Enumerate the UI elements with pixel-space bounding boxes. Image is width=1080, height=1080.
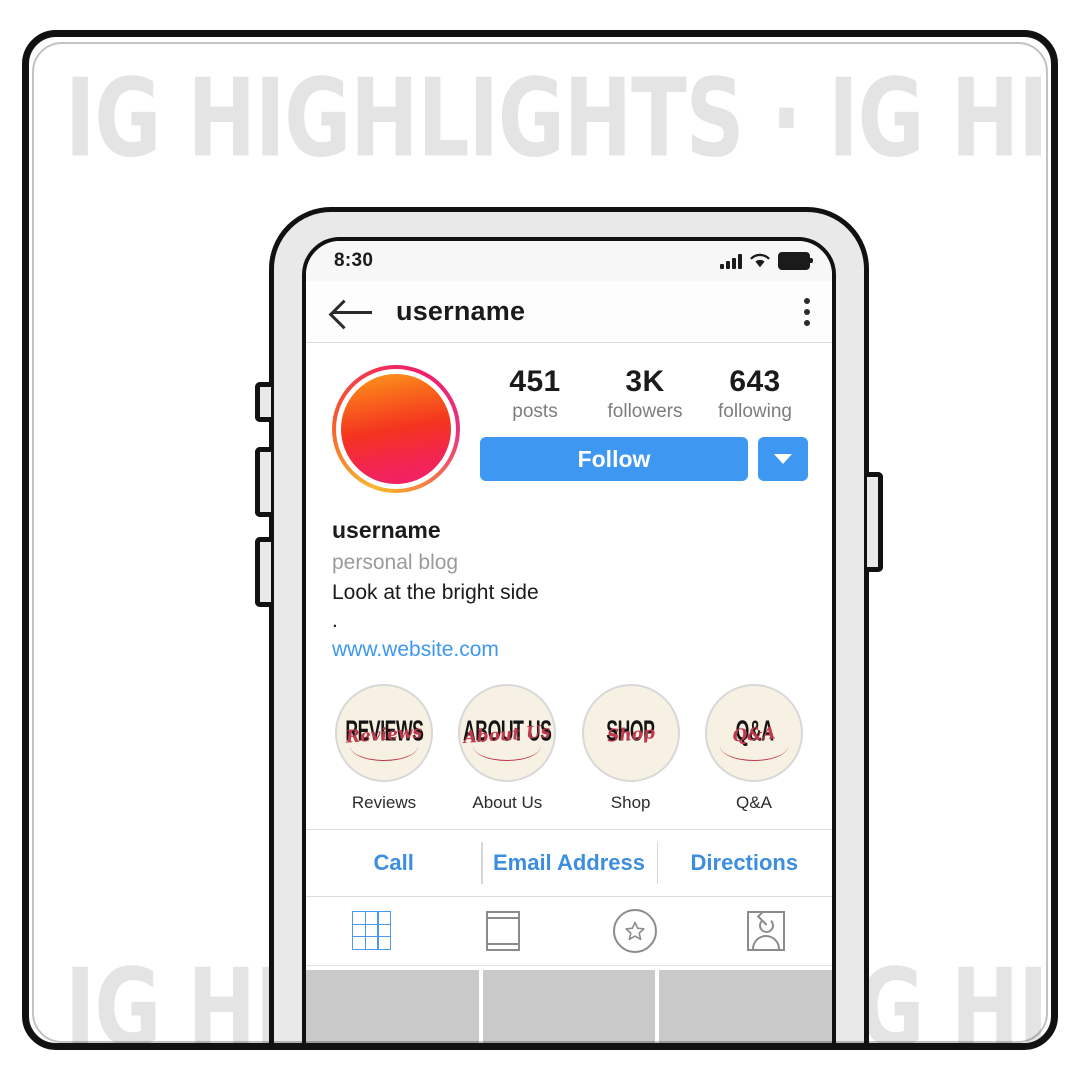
- reels-frame-icon: [486, 910, 521, 951]
- highlight-about-us[interactable]: ABOUT US About Us About Us: [449, 683, 565, 813]
- highlight-qa[interactable]: Q&A Q&A Q&A: [696, 683, 812, 813]
- stat-following-value: 643: [729, 365, 781, 398]
- highlight-reviews[interactable]: REVIEWS Reviews Reviews: [326, 683, 442, 813]
- wifi-icon: [750, 253, 770, 268]
- email-address-button[interactable]: Email Address: [481, 851, 656, 874]
- avatar[interactable]: [332, 365, 460, 493]
- follow-button[interactable]: Follow: [480, 437, 748, 482]
- stats-column: 451 posts 3K followers 643 following Fol…: [460, 361, 810, 482]
- bio-spacer: .: [332, 608, 338, 632]
- photo-tile[interactable]: [482, 969, 656, 1043]
- highlight-label: Q&A: [736, 792, 772, 812]
- profile-summary: 451 posts 3K followers 643 following Fol…: [306, 343, 832, 493]
- background-text-top: IG HIGHLIGHTS · IG HIGHLIGHTS: [65, 55, 1051, 182]
- battery-full-icon: [778, 252, 813, 270]
- bio-block: username personal blog Look at the brigh…: [306, 493, 832, 666]
- photo-tile[interactable]: [659, 969, 832, 1043]
- tagged-person-icon: [747, 910, 786, 951]
- stat-followers-value: 3K: [625, 365, 665, 398]
- directions-button[interactable]: Directions: [657, 851, 832, 874]
- profile-tab-bar: [306, 897, 832, 966]
- stat-following-label: following: [718, 400, 792, 422]
- highlight-cover-qa: Q&A Q&A: [704, 683, 803, 782]
- highlight-cover-swash: [719, 746, 788, 761]
- chevron-down-icon: [774, 454, 792, 465]
- status-icon-group: [720, 252, 813, 270]
- phone-power-button[interactable]: [867, 472, 883, 572]
- bio-description: Look at the bright side: [332, 580, 539, 604]
- back-arrow-icon[interactable]: [332, 299, 374, 325]
- poster-card: IG HIGHLIGHTS · IG HIGHLIGHTS IG HIGHLIG…: [22, 30, 1058, 1050]
- profile-more-dropdown-button[interactable]: [758, 437, 808, 482]
- business-action-row: Call Email Address Directions: [306, 828, 832, 897]
- stat-posts[interactable]: 451 posts: [480, 365, 590, 424]
- status-bar: 8:30: [306, 241, 832, 281]
- highlight-label: Shop: [610, 792, 651, 812]
- highlight-cover-about-us: ABOUT US About Us: [458, 683, 557, 782]
- tab-guides[interactable]: [569, 908, 701, 953]
- highlight-label: Reviews: [351, 792, 417, 812]
- phone-volume-down-button[interactable]: [255, 537, 271, 607]
- kebab-menu-icon[interactable]: [803, 297, 810, 326]
- highlight-cover-script: Q&A: [731, 723, 777, 747]
- tab-grid[interactable]: [306, 910, 438, 951]
- highlight-cover-swash: [350, 746, 418, 761]
- highlight-cover-swash: [473, 746, 542, 761]
- star-circle-icon: [612, 908, 657, 953]
- highlights-row: REVIEWS Reviews Reviews ABOUT US About U…: [306, 666, 832, 813]
- tab-reels[interactable]: [438, 910, 570, 951]
- highlight-cover-shop: SHOP Shop: [581, 683, 680, 782]
- phone-silent-switch[interactable]: [255, 382, 271, 422]
- app-header: username: [306, 281, 832, 343]
- profile-cta-row: Follow: [480, 437, 810, 482]
- phone-mockup: 8:30 username 451 posts 3K followers 643…: [255, 207, 883, 1043]
- signal-bars-icon: [720, 253, 742, 269]
- highlight-cover-script: Shop: [606, 723, 656, 747]
- photo-grid: [306, 966, 832, 1043]
- highlight-shop[interactable]: SHOP Shop Shop: [573, 683, 689, 813]
- bio-category: personal blog: [332, 550, 459, 574]
- stats-row: 451 posts 3K followers 643 following: [480, 361, 810, 424]
- highlight-cover-reviews: REVIEWS Reviews: [335, 683, 433, 782]
- phone-volume-up-button[interactable]: [255, 447, 271, 517]
- stat-posts-value: 451: [509, 365, 561, 398]
- photo-tile[interactable]: [306, 969, 479, 1043]
- page-title: username: [396, 296, 526, 326]
- stat-following[interactable]: 643 following: [700, 365, 810, 424]
- avatar-image: [341, 374, 451, 484]
- highlight-label: About Us: [472, 792, 543, 812]
- stat-posts-label: posts: [512, 400, 558, 422]
- status-clock: 8:30: [334, 250, 374, 271]
- bio-name: username: [332, 517, 441, 543]
- phone-screen: 8:30 username 451 posts 3K followers 643…: [302, 237, 836, 1043]
- bio-website-link[interactable]: www.website.com: [332, 634, 499, 666]
- tagged-body: [752, 934, 781, 949]
- grid-icon: [352, 910, 392, 951]
- stat-followers-label: followers: [607, 400, 683, 422]
- tab-tagged[interactable]: [701, 910, 833, 951]
- stat-followers[interactable]: 3K followers: [590, 365, 700, 424]
- canvas: IG HIGHLIGHTS · IG HIGHLIGHTS IG HIGHLIG…: [0, 0, 1080, 1080]
- call-button[interactable]: Call: [306, 851, 481, 874]
